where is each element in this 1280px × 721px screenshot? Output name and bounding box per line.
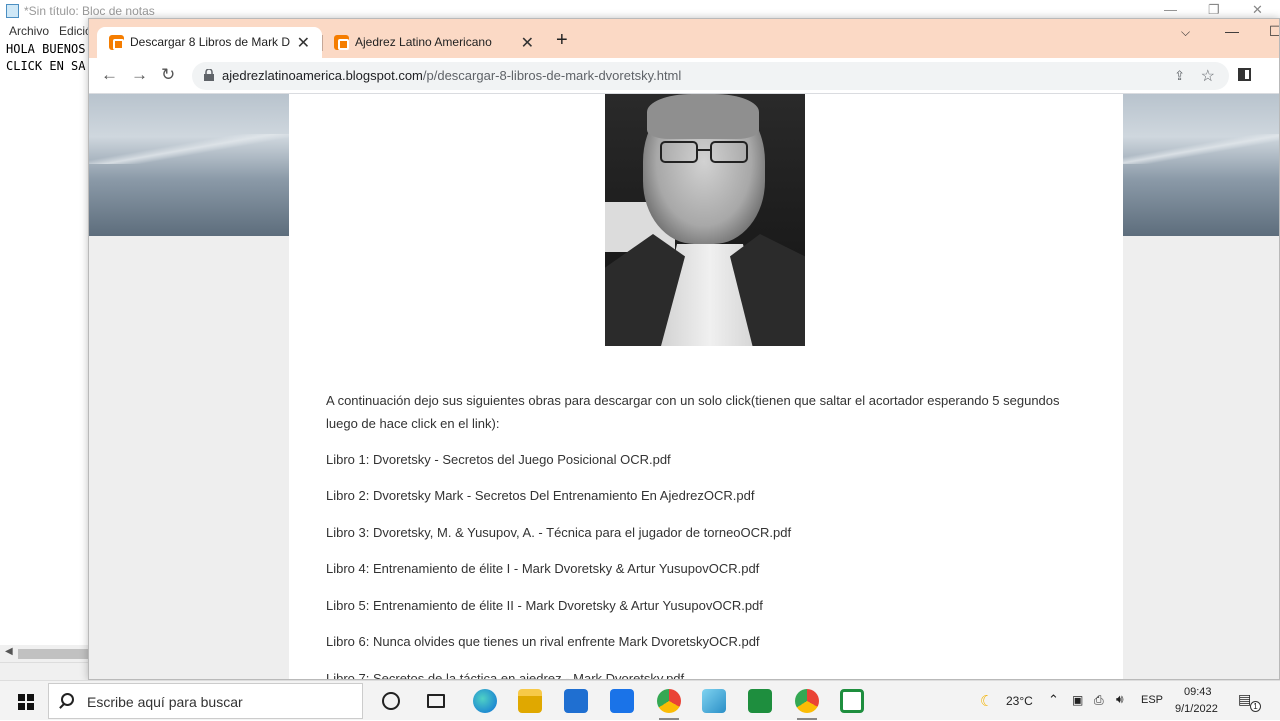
clock-date[interactable]: 9/1/2022 [1175, 703, 1218, 715]
system-tray: ☾ 23°C ⌃ ▣ ⎙ 🔊︎ ESP 09:43 9/1/2022 ▤ 1 [976, 681, 1280, 721]
new-tab-plus-icon[interactable]: + [556, 29, 568, 52]
tab-title: Ajedrez Latino Americano [355, 35, 492, 49]
cortana-circle-icon[interactable] [382, 692, 400, 710]
notepad-statusbar [0, 662, 90, 680]
notepad-text-area[interactable]: HOLA BUENOS CLICK EN SA [6, 41, 85, 75]
notepad-line: HOLA BUENOS [6, 42, 86, 56]
book-link[interactable]: Libro 2: Dvoretsky Mark - Secretos Del E… [326, 484, 754, 507]
camtasia-recorder-icon[interactable] [840, 689, 864, 713]
input-language[interactable]: ESP [1141, 694, 1163, 706]
chrome-window: Descargar 8 Libros de Mark Dvoretsky ✕ A… [88, 18, 1280, 680]
file-explorer-icon[interactable] [518, 689, 542, 713]
book-link[interactable]: Libro 1: Dvoretsky - Secretos del Juego … [326, 448, 671, 471]
blogger-favicon-icon [334, 35, 349, 50]
tab-close-icon[interactable]: ✕ [297, 33, 310, 53]
minimize-icon[interactable]: — [1164, 2, 1177, 17]
notepad-taskbar-icon[interactable] [702, 689, 726, 713]
header-background-image [1123, 94, 1279, 236]
tab-close-icon[interactable]: ✕ [521, 33, 534, 53]
menu-archivo[interactable]: Archivo [9, 24, 49, 38]
tab-separator [322, 35, 323, 51]
book-link[interactable]: Libro 4: Entrenamiento de élite I - Mark… [326, 557, 759, 580]
camtasia-icon[interactable] [748, 689, 772, 713]
url-text: ajedrezlatinoamerica.blogspot.com/p/desc… [222, 68, 681, 83]
chrome-icon[interactable] [657, 689, 681, 720]
book-link[interactable]: Libro 6: Nunca olvides que tienes un riv… [326, 630, 760, 653]
reload-icon[interactable]: ↻ [161, 65, 175, 85]
back-arrow-icon[interactable]: ← [101, 65, 118, 85]
book-link[interactable]: Libro 5: Entrenamiento de élite II - Mar… [326, 594, 763, 617]
chrome-icon[interactable] [795, 689, 819, 720]
notepad-app-icon [6, 4, 19, 18]
tab-strip: Descargar 8 Libros de Mark Dvoretsky ✕ A… [89, 19, 1279, 58]
header-background-image [89, 94, 289, 236]
minimize-icon[interactable]: — [1225, 23, 1239, 39]
microsoft-store-icon[interactable] [564, 689, 588, 713]
book-link[interactable]: Libro 3: Dvoretsky, M. & Yusupov, A. - T… [326, 521, 791, 544]
notepad-title: *Sin título: Bloc de notas [24, 4, 155, 18]
weather-moon-icon[interactable]: ☾ [980, 692, 993, 710]
menu-edicion[interactable]: Edició [59, 24, 92, 38]
address-bar[interactable]: ajedrezlatinoamerica.blogspot.com/p/desc… [192, 62, 1229, 90]
volume-icon[interactable]: 🔊︎ [1116, 692, 1124, 707]
scroll-left-icon[interactable]: ◀ [5, 646, 13, 657]
page-viewport[interactable]: A continuación dejo sus siguientes obras… [89, 94, 1279, 679]
search-icon [61, 693, 74, 706]
tab-search-chevron-icon[interactable]: ⌵ [1181, 25, 1190, 40]
share-icon[interactable]: ⇪ [1174, 68, 1185, 84]
task-view-icon[interactable] [427, 694, 445, 708]
taskbar-search-box[interactable]: Escribe aquí para buscar [48, 683, 363, 719]
notification-badge: 1 [1250, 701, 1261, 712]
tab-title: Descargar 8 Libros de Mark Dvoretsky [130, 35, 290, 49]
post-body: A continuación dejo sus siguientes obras… [289, 94, 1123, 679]
weather-temperature[interactable]: 23°C [1006, 694, 1033, 708]
windows-start-icon[interactable] [18, 694, 34, 710]
windows-taskbar: Escribe aquí para buscar ☾ 23°C ⌃ ▣ ⎙ 🔊︎… [0, 680, 1280, 720]
book-link[interactable]: Libro 7: Secretos de la táctica en ajedr… [326, 667, 684, 679]
maximize-icon[interactable]: ☐ [1269, 23, 1279, 40]
restore-icon[interactable]: ❐ [1208, 2, 1220, 18]
edge-browser-icon[interactable] [473, 689, 497, 713]
tray-chevron-up-icon[interactable]: ⌃ [1048, 692, 1059, 708]
close-icon[interactable]: ✕ [1252, 2, 1263, 18]
scrollbar-thumb[interactable] [18, 649, 90, 659]
bookmark-star-icon[interactable]: ☆ [1201, 66, 1215, 86]
side-panel-icon[interactable] [1238, 68, 1251, 81]
clock-time[interactable]: 09:43 [1184, 686, 1212, 698]
notepad-line: CLICK EN SA [6, 59, 86, 73]
search-placeholder: Escribe aquí para buscar [87, 694, 243, 710]
tab-ajedrez-latino[interactable]: Ajedrez Latino Americano ✕ [322, 27, 546, 58]
browser-toolbar: ← → ↻ ajedrezlatinoamerica.blogspot.com/… [89, 58, 1279, 94]
mark-dvoretsky-photo [605, 94, 805, 346]
lock-icon [204, 69, 214, 81]
network-icon[interactable]: ⎙ [1094, 693, 1104, 708]
intro-paragraph: A continuación dejo sus siguientes obras… [326, 393, 1060, 431]
url-path: /p/descargar-8-libros-de-mark-dvoretsky.… [422, 68, 682, 83]
mail-icon[interactable] [610, 689, 634, 713]
blogger-favicon-icon [109, 35, 124, 50]
url-host: ajedrezlatinoamerica.blogspot.com [222, 68, 423, 83]
forward-arrow-icon[interactable]: → [131, 65, 148, 85]
notepad-horizontal-scrollbar[interactable]: ◀ [0, 645, 90, 662]
meet-now-icon[interactable]: ▣ [1072, 693, 1083, 707]
tab-descargar-libros[interactable]: Descargar 8 Libros de Mark Dvoretsky ✕ [97, 27, 322, 58]
